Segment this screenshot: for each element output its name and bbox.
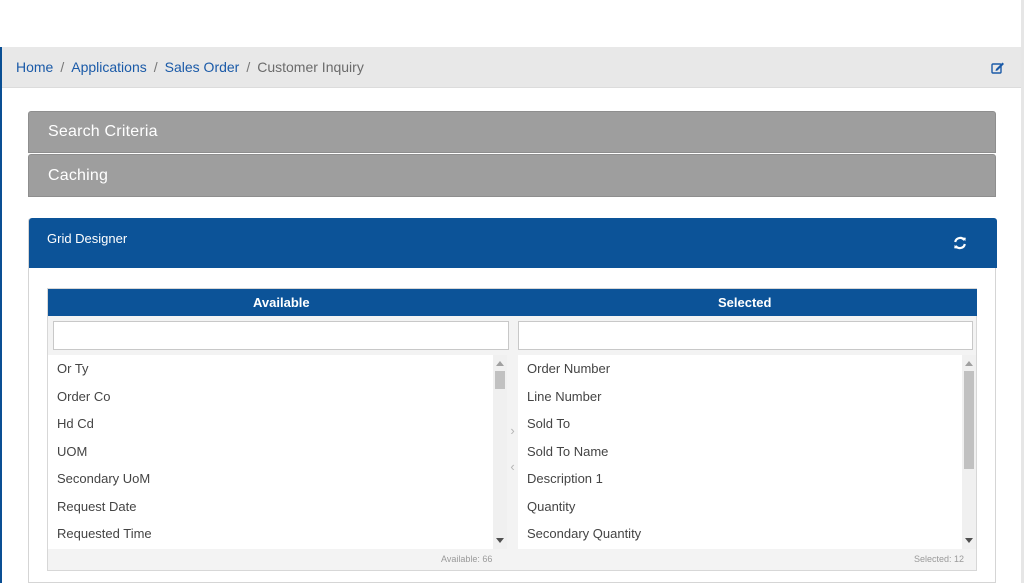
selected-count: Selected: 12 [913,554,964,564]
move-left-button[interactable]: ‹ [507,459,518,474]
scroll-thumb[interactable] [964,371,974,469]
grid-designer-title: Grid Designer [47,231,128,246]
move-right-button[interactable]: › [507,423,518,438]
breadcrumb-current: Customer Inquiry [257,59,364,75]
breadcrumb-separator: / [246,59,251,75]
breadcrumb: Home / Applications / Sales Order / Cust… [2,47,1021,88]
list-item[interactable]: Hd Cd [48,410,507,438]
grid-designer-panel: Grid Designer Available Selected Or Ty O… [28,218,997,583]
list-item[interactable]: Request Date [48,493,507,521]
available-count: Available: 66 [441,554,493,564]
breadcrumb-sales-order[interactable]: Sales Order [165,59,240,75]
left-edge-strip [0,47,2,583]
list-item[interactable]: Order Co [48,383,507,411]
grid-designer-header: Grid Designer [29,218,997,268]
list-item[interactable]: Requested Time [48,520,507,548]
available-header: Available [253,295,310,310]
breadcrumb-separator: / [60,59,65,75]
dual-listbox: Available Selected Or Ty Order Co Hd Cd … [47,288,977,571]
available-scrollbar[interactable] [493,355,507,549]
selected-scrollbar[interactable] [962,355,976,549]
breadcrumb-applications[interactable]: Applications [71,59,147,75]
list-item[interactable]: Or Ty [48,355,507,383]
list-item[interactable]: UOM [48,438,507,466]
top-whitespace [0,0,1024,47]
list-item[interactable]: Order Number [518,355,976,383]
selected-filter-input[interactable] [518,321,973,350]
list-item[interactable]: Secondary UoM [48,465,507,493]
scroll-down-icon[interactable] [496,538,504,543]
scroll-up-icon[interactable] [496,361,504,366]
edit-icon[interactable] [991,61,1005,75]
list-item[interactable]: Line Number [518,383,976,411]
breadcrumb-separator: / [153,59,158,75]
refresh-icon[interactable] [953,236,967,250]
scroll-down-icon[interactable] [965,538,973,543]
list-item[interactable]: Quantity [518,493,976,521]
scroll-up-icon[interactable] [965,361,973,366]
available-filter-input[interactable] [53,321,509,350]
breadcrumb-home[interactable]: Home [16,59,53,75]
selected-list[interactable]: Order Number Line Number Sold To Sold To… [518,355,976,549]
dual-listbox-header: Available Selected [48,289,977,316]
list-item[interactable]: Sold To Name [518,438,976,466]
list-item[interactable]: Sold To [518,410,976,438]
available-list[interactable]: Or Ty Order Co Hd Cd UOM Secondary UoM R… [48,355,507,549]
list-item[interactable]: Description 1 [518,465,976,493]
selected-header: Selected [718,295,772,310]
list-item[interactable]: Secondary Quantity [518,520,976,548]
search-criteria-panel[interactable]: Search Criteria [28,111,996,153]
scroll-thumb[interactable] [495,371,505,389]
caching-panel[interactable]: Caching [28,154,996,197]
search-criteria-title: Search Criteria [48,123,158,140]
caching-title: Caching [48,166,109,184]
